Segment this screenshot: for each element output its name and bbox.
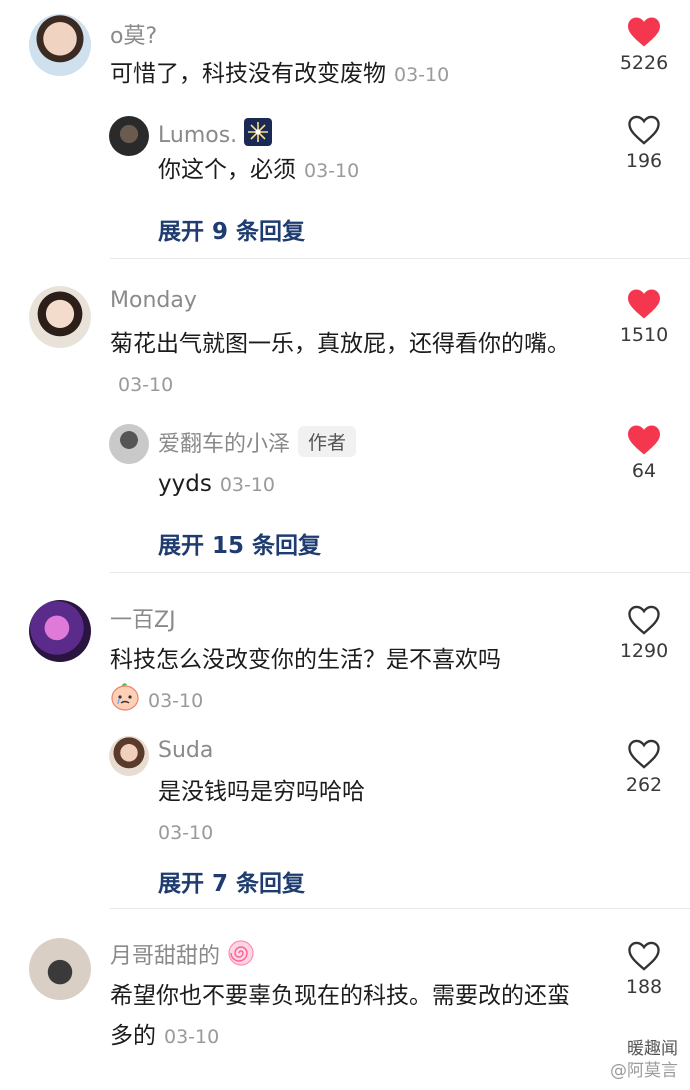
divider <box>110 572 690 573</box>
avatar[interactable] <box>29 286 91 348</box>
comment-text: 希望你也不要辜负现在的科技。需要改的还蛮多的 03-10 <box>110 976 580 1057</box>
like-button[interactable]: 5226 <box>613 16 675 74</box>
heart-filled-icon <box>628 17 660 47</box>
like-count: 1510 <box>619 324 669 346</box>
like-count: 196 <box>625 150 663 172</box>
like-button[interactable]: 1510 <box>613 288 675 346</box>
comment-text: 可惜了，科技没有改变废物 03-10 <box>110 54 580 95</box>
comment-body: 科技怎么没改变你的生活？是不喜欢吗 <box>110 647 501 673</box>
reply-text: yyds 03-10 <box>158 464 578 505</box>
reply-date: 03-10 <box>219 474 276 496</box>
comment-body: 菊花出气就图一乐，真放屁，还得看你的嘴。 <box>110 331 570 357</box>
swirl-candy-icon <box>227 939 255 973</box>
avatar[interactable] <box>29 600 91 662</box>
expand-replies-link[interactable]: 展开 9 条回复 <box>158 212 305 246</box>
like-button[interactable]: 196 <box>613 114 675 172</box>
reply-author-name: Lumos. <box>158 123 238 148</box>
comment-author[interactable]: Monday <box>110 288 197 313</box>
crying-peach-face-icon <box>110 681 140 724</box>
avatar[interactable] <box>109 736 149 776</box>
like-count: 5226 <box>619 52 669 74</box>
heart-outline-icon <box>628 605 660 635</box>
avatar[interactable] <box>109 424 149 464</box>
comment-text: 科技怎么没改变你的生活？是不喜欢吗 03-10 <box>110 640 580 724</box>
watermark-handle: @阿莫言 <box>610 1061 678 1081</box>
comment-author[interactable]: 月哥甜甜的 <box>110 938 255 973</box>
like-count: 64 <box>631 460 657 482</box>
like-button[interactable]: 262 <box>613 738 675 796</box>
avatar[interactable] <box>29 14 91 76</box>
divider <box>110 908 690 909</box>
reply-author[interactable]: Suda <box>158 738 213 763</box>
heart-filled-icon <box>628 425 660 455</box>
reply-body: yyds <box>158 471 212 497</box>
reply-body: 是没钱吗是穷吗哈哈 <box>158 779 365 805</box>
heart-filled-icon <box>628 289 660 319</box>
reply-date: 03-10 <box>158 822 214 844</box>
reply-author[interactable]: 爱翻车的小泽 作者 <box>158 426 357 458</box>
heart-outline-icon <box>628 739 660 769</box>
reply-body: 你这个，必须 <box>158 157 296 183</box>
heart-outline-icon <box>628 115 660 145</box>
watermark: 暖趣闻 @阿莫言 <box>610 1038 678 1082</box>
watermark-title: 暖趣闻 <box>627 1039 678 1059</box>
like-count: 188 <box>625 976 663 998</box>
comment-author[interactable]: o莫? <box>110 18 157 50</box>
expand-replies-link[interactable]: 展开 15 条回复 <box>158 526 321 560</box>
comment-author-name: 月哥甜甜的 <box>110 944 221 969</box>
reply-text: 是没钱吗是穷吗哈哈 03-10 <box>158 772 578 853</box>
comment-author[interactable]: 一百ZJ <box>110 602 176 634</box>
author-badge: 作者 <box>298 426 357 457</box>
like-count: 262 <box>625 774 663 796</box>
avatar[interactable] <box>29 938 91 1000</box>
comment-date: 03-10 <box>148 690 204 712</box>
comment-body: 可惜了，科技没有改变废物 <box>110 61 386 87</box>
expand-replies-link[interactable]: 展开 7 条回复 <box>158 864 305 898</box>
comment-date: 03-10 <box>394 64 450 86</box>
reply-text: 你这个，必须 03-10 <box>158 150 578 191</box>
like-button[interactable]: 188 <box>613 940 675 998</box>
sparkler-icon <box>244 118 273 152</box>
reply-author-name: 爱翻车的小泽 <box>158 432 291 457</box>
divider <box>110 258 690 259</box>
heart-outline-icon <box>628 941 660 971</box>
comment-text: 菊花出气就图一乐，真放屁，还得看你的嘴。 03-10 <box>110 324 580 405</box>
like-button[interactable]: 1290 <box>613 604 675 662</box>
avatar[interactable] <box>109 116 149 156</box>
reply-author[interactable]: Lumos. <box>158 118 273 152</box>
comment-date: 03-10 <box>118 374 174 396</box>
like-count: 1290 <box>619 640 669 662</box>
like-button[interactable]: 64 <box>613 424 675 482</box>
reply-date: 03-10 <box>304 160 360 182</box>
comment-date: 03-10 <box>164 1026 220 1048</box>
